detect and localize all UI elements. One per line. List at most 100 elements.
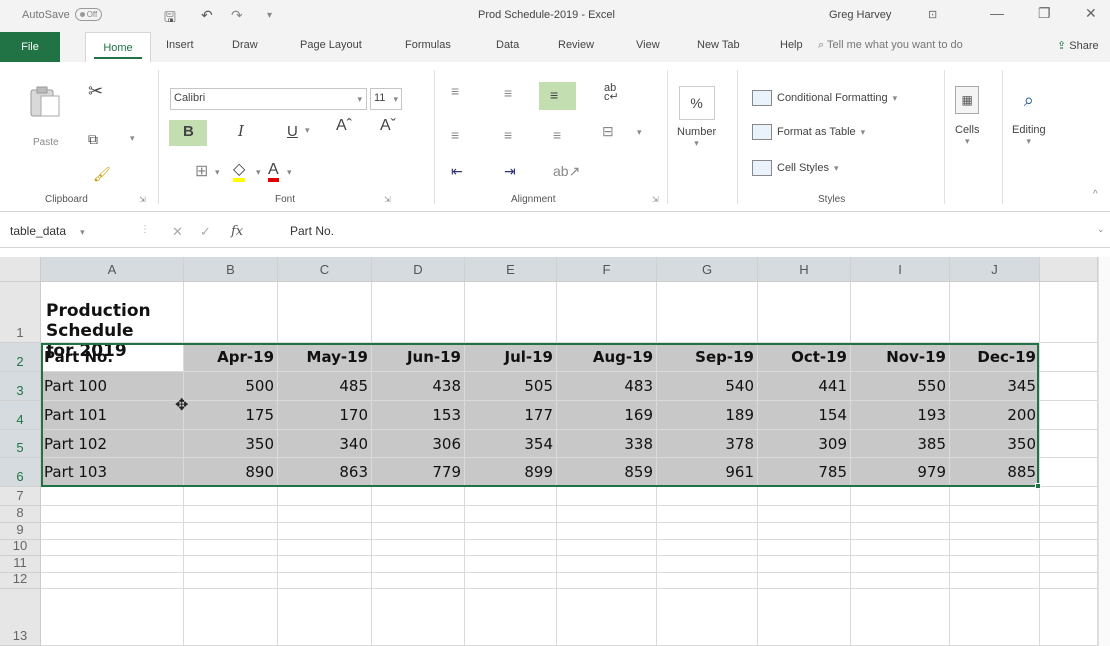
cell-f8[interactable] [557,506,657,523]
cell-k4[interactable] [1040,401,1098,430]
column-header-k[interactable] [1040,257,1098,282]
cell-k13[interactable] [1040,589,1098,646]
cell-a3[interactable]: Part 100 [41,372,184,401]
cell-d2[interactable]: Jun-19 [372,343,465,372]
customize-qat-icon[interactable]: ▾ [267,10,272,21]
cell-f9[interactable] [557,523,657,540]
close-icon[interactable]: ✕ [1085,5,1097,22]
cell-b9[interactable] [184,523,278,540]
cell-d5[interactable]: 306 [372,430,465,458]
paste-button[interactable] [27,86,67,118]
cell-e7[interactable] [465,487,557,506]
cell-b2[interactable]: Apr-19 [184,343,278,372]
clipboard-launcher-icon[interactable]: ⇲ [139,195,146,204]
tab-data[interactable]: Data [496,39,519,51]
cell-g11[interactable] [657,556,758,573]
collapse-ribbon-icon[interactable]: ^ [1093,190,1098,200]
cell-g2[interactable]: Sep-19 [657,343,758,372]
cell-e2[interactable]: Jul-19 [465,343,557,372]
underline-button[interactable]: U [287,124,298,139]
autosave-toggle[interactable]: AutoSave Off [22,8,103,21]
minimize-icon[interactable]: — [990,5,1004,21]
cell-i13[interactable] [851,589,950,646]
tab-page-layout[interactable]: Page Layout [300,39,362,51]
tab-formulas[interactable]: Formulas [405,39,451,51]
cell-b11[interactable] [184,556,278,573]
cell-f7[interactable] [557,487,657,506]
cell-d7[interactable] [372,487,465,506]
cell-i12[interactable] [851,573,950,589]
cell-c10[interactable] [278,540,372,556]
cell-h9[interactable] [758,523,851,540]
fill-color-icon[interactable]: ◇ [233,162,246,182]
cell-k3[interactable] [1040,372,1098,401]
cell-h2[interactable]: Oct-19 [758,343,851,372]
cell-g6[interactable]: 961 [657,458,758,487]
align-left-icon[interactable]: ≡ [451,128,459,142]
borders-dropdown-icon[interactable]: ▾ [215,168,220,177]
cell-i1[interactable] [851,282,950,343]
cell-f1[interactable] [557,282,657,343]
cell-c2[interactable]: May-19 [278,343,372,372]
underline-dropdown-icon[interactable]: ▾ [305,126,310,135]
row-header-5[interactable]: 5 [0,430,41,458]
cell-a4[interactable]: Part 101 [41,401,184,430]
cell-a12[interactable] [41,573,184,589]
cell-i3[interactable]: 550 [851,372,950,401]
middle-align-icon[interactable]: ≡ [504,86,512,100]
cell-e3[interactable]: 505 [465,372,557,401]
row-header-3[interactable]: 3 [0,372,41,401]
cell-b6[interactable]: 890 [184,458,278,487]
cell-g5[interactable]: 378 [657,430,758,458]
tab-insert[interactable]: Insert [166,39,194,51]
cell-k10[interactable] [1040,540,1098,556]
row-header-2[interactable]: 2 [0,343,41,372]
cell-c4[interactable]: 170 [278,401,372,430]
cell-b1[interactable] [184,282,278,343]
column-header-g[interactable]: G [657,257,758,282]
cell-j8[interactable] [950,506,1040,523]
cell-d4[interactable]: 153 [372,401,465,430]
decrease-font-icon[interactable]: Aˇ [380,118,396,134]
cell-k1[interactable] [1040,282,1098,343]
font-size-select[interactable]: 11 ▾ [370,88,402,110]
cell-k5[interactable] [1040,430,1098,458]
cell-b12[interactable] [184,573,278,589]
cell-k2[interactable] [1040,343,1098,372]
cell-b3[interactable]: 500 [184,372,278,401]
cell-g12[interactable] [657,573,758,589]
cell-c13[interactable] [278,589,372,646]
cell-a10[interactable] [41,540,184,556]
cell-h4[interactable]: 154 [758,401,851,430]
name-box[interactable]: table_data ▾ [10,224,140,244]
cell-b4[interactable]: 175 [184,401,278,430]
cell-i6[interactable]: 979 [851,458,950,487]
column-header-d[interactable]: D [372,257,465,282]
cell-c9[interactable] [278,523,372,540]
cell-i11[interactable] [851,556,950,573]
cell-d6[interactable]: 779 [372,458,465,487]
cell-d11[interactable] [372,556,465,573]
column-header-c[interactable]: C [278,257,372,282]
cell-f13[interactable] [557,589,657,646]
merge-center-icon[interactable]: ⊟ [602,124,614,138]
row-header-13[interactable]: 13 [0,589,41,646]
cells-button[interactable]: ▦ Cells ▾ [955,86,979,147]
cell-j4[interactable]: 200 [950,401,1040,430]
cell-g3[interactable]: 540 [657,372,758,401]
editing-button[interactable]: ⌕ Editing ▾ [1012,86,1046,147]
cell-h7[interactable] [758,487,851,506]
enter-icon[interactable]: ✓ [200,224,211,240]
cell-g8[interactable] [657,506,758,523]
cell-c3[interactable]: 485 [278,372,372,401]
cell-j10[interactable] [950,540,1040,556]
cell-e6[interactable]: 899 [465,458,557,487]
cell-f5[interactable]: 338 [557,430,657,458]
cell-c11[interactable] [278,556,372,573]
column-header-a[interactable]: A [41,257,184,282]
cell-h10[interactable] [758,540,851,556]
column-header-e[interactable]: E [465,257,557,282]
cell-a5[interactable]: Part 102 [41,430,184,458]
align-center-icon[interactable]: ≡ [504,128,512,142]
cell-b7[interactable] [184,487,278,506]
